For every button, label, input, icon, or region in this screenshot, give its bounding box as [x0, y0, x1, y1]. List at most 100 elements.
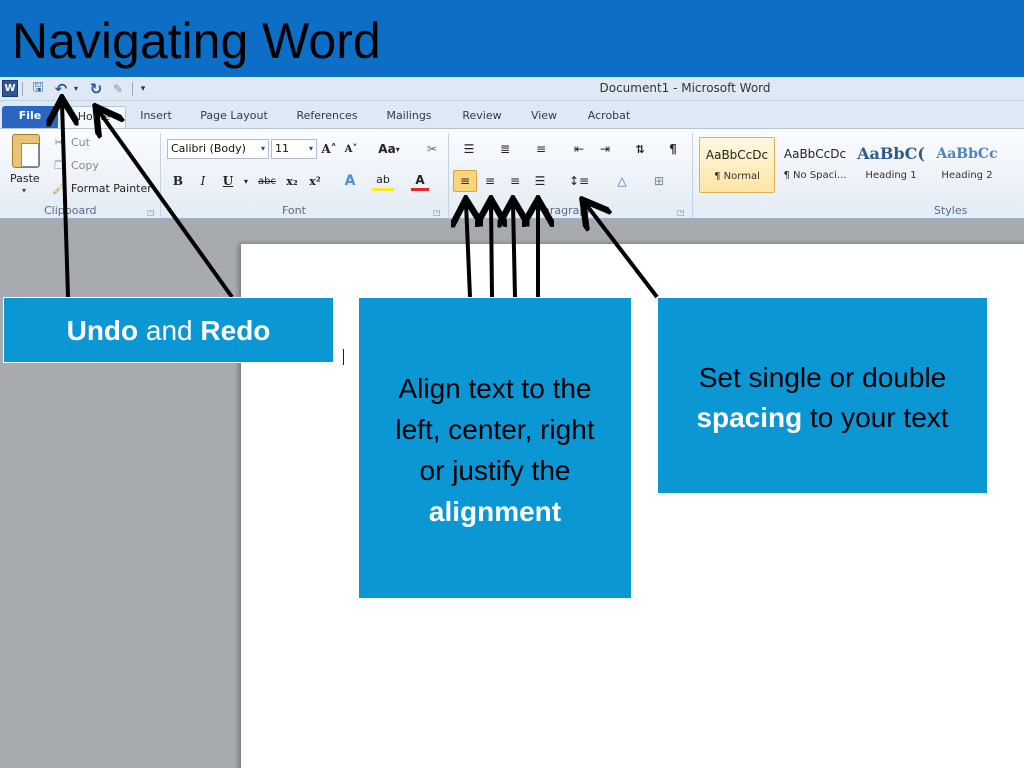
- tab-view[interactable]: View: [523, 106, 565, 128]
- tab-home[interactable]: Home: [62, 106, 126, 128]
- italic-icon[interactable]: I: [195, 171, 211, 191]
- underline-icon[interactable]: U: [220, 171, 236, 191]
- save-icon[interactable]: 🖫: [30, 80, 46, 97]
- tab-mailings[interactable]: Mailings: [378, 106, 440, 128]
- callout-text-line: Align text to the: [398, 373, 592, 404]
- text-effects-icon[interactable]: A: [340, 171, 360, 191]
- align-center-icon[interactable]: ≡: [480, 171, 500, 191]
- group-separator: [448, 133, 449, 217]
- superscript-icon[interactable]: x²: [307, 171, 323, 191]
- font-size-select[interactable]: 11 ▾: [271, 139, 317, 159]
- style-sample: AaBbC(: [857, 144, 925, 163]
- paste-dropdown-icon[interactable]: ▾: [22, 186, 26, 195]
- tab-review[interactable]: Review: [455, 106, 509, 128]
- line-spacing-icon[interactable]: ↕≡: [565, 171, 593, 191]
- qa-separator: [132, 82, 133, 96]
- shrink-font-icon[interactable]: A˅: [343, 139, 359, 159]
- group-separator: [160, 133, 161, 217]
- text-cursor: [343, 349, 344, 365]
- callout-redo-word: Redo: [200, 315, 271, 346]
- paste-icon[interactable]: [12, 134, 40, 168]
- align-left-icon[interactable]: ≡: [453, 170, 477, 192]
- style-normal[interactable]: AaBbCcDc ¶ Normal: [699, 137, 775, 193]
- numbering-icon[interactable]: ≣: [492, 139, 518, 159]
- style-name: ¶ No Spaci...: [783, 170, 847, 181]
- callout-text-bold: alignment: [359, 491, 631, 532]
- subscript-icon[interactable]: x₂: [284, 171, 300, 191]
- increase-indent-icon[interactable]: ⇥: [596, 139, 614, 159]
- callout-and-word: and: [138, 315, 201, 346]
- redo-icon[interactable]: ↻: [88, 80, 104, 98]
- copy-icon: ❐: [54, 158, 64, 172]
- style-name: ¶ Normal: [714, 171, 760, 182]
- callout-text-line: spacing to your text: [658, 398, 987, 438]
- style-heading-2[interactable]: AaBbCc Heading 2: [929, 137, 1005, 193]
- tab-file[interactable]: File: [2, 106, 58, 128]
- callout-alignment-word: alignment: [428, 496, 562, 527]
- bullets-icon[interactable]: ☰: [456, 139, 482, 159]
- change-case-button[interactable]: Aa ▾: [374, 139, 404, 159]
- multilevel-list-icon[interactable]: ≡: [527, 139, 555, 159]
- document-title: Document1 - Microsoft Word: [599, 81, 771, 95]
- format-painter-button[interactable]: 🖌 Format Painter: [52, 179, 152, 197]
- customize-toolbar-icon[interactable]: ▾: [137, 80, 149, 97]
- paintbrush-icon: 🖌: [52, 181, 66, 195]
- callout-undo-word: Undo: [66, 315, 139, 346]
- paragraph-group-label: Paragraph: [537, 204, 594, 217]
- style-heading-1[interactable]: AaBbC( Heading 1: [853, 137, 929, 193]
- style-name: Heading 2: [941, 170, 993, 181]
- callout-undo-redo: Undo and Redo: [3, 297, 334, 363]
- undo-dropdown-icon[interactable]: ▾: [71, 80, 81, 97]
- chevron-down-icon: ▾: [395, 144, 400, 154]
- undo-icon[interactable]: ↶: [53, 80, 69, 98]
- strikethrough-icon[interactable]: abc: [256, 171, 278, 191]
- tab-insert[interactable]: Insert: [132, 106, 180, 128]
- justify-icon[interactable]: ☰: [530, 171, 550, 191]
- styles-group-label: Styles: [934, 204, 968, 217]
- cut-button[interactable]: ✂ Cut: [52, 133, 90, 151]
- copy-button[interactable]: ❐ Copy: [52, 156, 99, 174]
- font-size-value: 11: [275, 142, 289, 155]
- font-launcher-icon[interactable]: ◳: [433, 208, 441, 217]
- tab-acrobat[interactable]: Acrobat: [580, 106, 638, 128]
- font-color-icon[interactable]: A: [411, 171, 429, 191]
- grow-font-icon[interactable]: A˄: [320, 139, 338, 159]
- shading-icon[interactable]: △: [608, 171, 636, 191]
- tab-page-layout[interactable]: Page Layout: [192, 106, 276, 128]
- clear-formatting-icon[interactable]: ✂: [421, 139, 443, 159]
- cut-label: Cut: [71, 135, 90, 149]
- word-logo-icon[interactable]: W: [2, 80, 18, 97]
- sort-icon[interactable]: ⇅: [630, 139, 650, 159]
- chevron-down-icon: ▾: [308, 144, 313, 153]
- paste-button[interactable]: Paste: [10, 172, 40, 185]
- callout-text-line: or justify the: [419, 455, 571, 486]
- format-painter-label: Format Painter: [71, 181, 152, 195]
- ribbon-tabs: File Home Insert Page Layout References …: [0, 101, 1024, 128]
- style-name: Heading 1: [865, 170, 917, 181]
- tab-references[interactable]: References: [288, 106, 366, 128]
- font-group-label: Font: [282, 204, 306, 217]
- ribbon-home: Paste ▾ ✂ Cut ❐ Copy 🖌 Format Painter Cl…: [0, 128, 1024, 219]
- chevron-down-icon: ▾: [260, 144, 265, 153]
- copy-label: Copy: [71, 158, 99, 172]
- clipboard-launcher-icon[interactable]: ◳: [147, 208, 155, 217]
- callout-spacing: Set single or double spacing to your tex…: [657, 297, 988, 494]
- borders-icon[interactable]: ⊞: [645, 171, 673, 191]
- font-family-select[interactable]: Calibri (Body) ▾: [167, 139, 269, 159]
- style-no-spacing[interactable]: AaBbCcDc ¶ No Spaci...: [777, 137, 853, 193]
- decrease-indent-icon[interactable]: ⇤: [570, 139, 588, 159]
- bold-icon[interactable]: B: [170, 171, 186, 191]
- slide-title: Navigating Word: [12, 13, 381, 69]
- repeat-icon[interactable]: ✎: [110, 80, 126, 97]
- callout-alignment: Align text to the left, center, right or…: [358, 297, 632, 599]
- underline-dropdown-icon[interactable]: ▾: [241, 171, 251, 191]
- style-sample: AaBbCc: [936, 146, 998, 162]
- callout-spacing-rest: to your text: [802, 402, 949, 433]
- highlight-icon[interactable]: ab: [372, 171, 394, 191]
- align-right-icon[interactable]: ≡: [505, 171, 525, 191]
- scissors-icon: ✂: [54, 135, 64, 149]
- pilcrow-icon[interactable]: ¶: [665, 139, 681, 159]
- font-family-value: Calibri (Body): [171, 142, 246, 155]
- clipboard-group-label: Clipboard: [44, 204, 97, 217]
- paragraph-launcher-icon[interactable]: ◳: [677, 208, 685, 217]
